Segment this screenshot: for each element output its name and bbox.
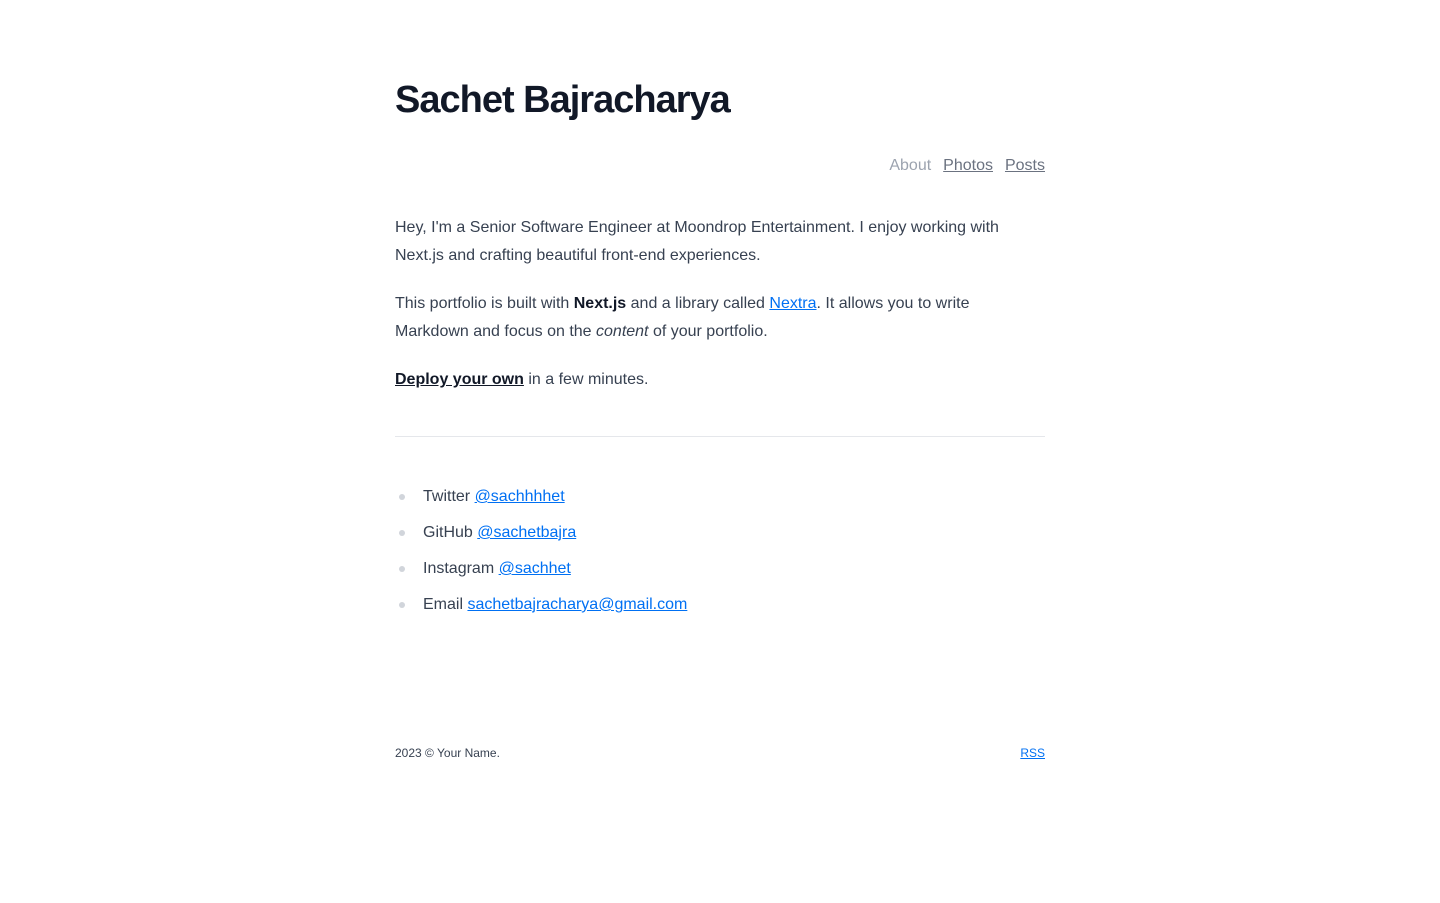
social-item-email: Email sachetbajracharya@gmail.com <box>395 593 1045 617</box>
portfolio-text-1: This portfolio is built with <box>395 295 574 312</box>
portfolio-paragraph: This portfolio is built with Next.js and… <box>395 290 1045 346</box>
footer-copyright: 2023 © Your Name. <box>395 746 500 760</box>
social-list: Twitter @sachhhhet GitHub @sachetbajra I… <box>395 485 1045 617</box>
main-content: Hey, I'm a Senior Software Engineer at M… <box>395 214 1045 617</box>
twitter-link[interactable]: @sachhhhet <box>475 488 565 505</box>
deploy-text: in a few minutes. <box>523 371 649 388</box>
main-nav: About Photos Posts <box>395 156 1045 176</box>
bullet-icon <box>399 566 405 572</box>
nav-photos-link[interactable]: Photos <box>943 156 993 176</box>
portfolio-text-2: and a library called <box>626 295 770 312</box>
site-title: Sachet Bajracharya <box>395 79 731 121</box>
social-item-twitter: Twitter @sachhhhet <box>395 485 1045 509</box>
nextra-link[interactable]: Nextra <box>769 295 816 312</box>
nav-about-link[interactable]: About <box>889 156 931 176</box>
github-link[interactable]: @sachetbajra <box>477 524 576 541</box>
email-link[interactable]: sachetbajracharya@gmail.com <box>467 596 687 613</box>
section-divider <box>395 436 1045 437</box>
bullet-icon <box>399 530 405 536</box>
deploy-link[interactable]: Deploy your own <box>395 371 524 388</box>
social-item-instagram: Instagram @sachhet <box>395 557 1045 581</box>
social-label: GitHub <box>423 524 478 541</box>
page: Sachet Bajracharya About Photos Posts He… <box>395 0 1045 761</box>
footer: 2023 © Your Name. RSS <box>395 745 1045 761</box>
bullet-icon <box>399 494 405 500</box>
portfolio-text-4: of your portfolio. <box>648 323 768 340</box>
nextjs-strong: Next.js <box>573 295 627 312</box>
social-item-github: GitHub @sachetbajra <box>395 521 1045 545</box>
rss-link[interactable]: RSS <box>1020 745 1045 761</box>
intro-paragraph: Hey, I'm a Senior Software Engineer at M… <box>395 219 999 264</box>
social-label: Email <box>423 596 468 613</box>
social-label: Instagram <box>423 560 499 577</box>
content-em: content <box>596 323 649 340</box>
instagram-link[interactable]: @sachhet <box>499 560 571 577</box>
social-label: Twitter <box>423 488 475 505</box>
deploy-paragraph: Deploy your own in a few minutes. <box>395 366 1045 394</box>
nav-posts-link[interactable]: Posts <box>1005 156 1045 176</box>
bullet-icon <box>399 602 405 608</box>
